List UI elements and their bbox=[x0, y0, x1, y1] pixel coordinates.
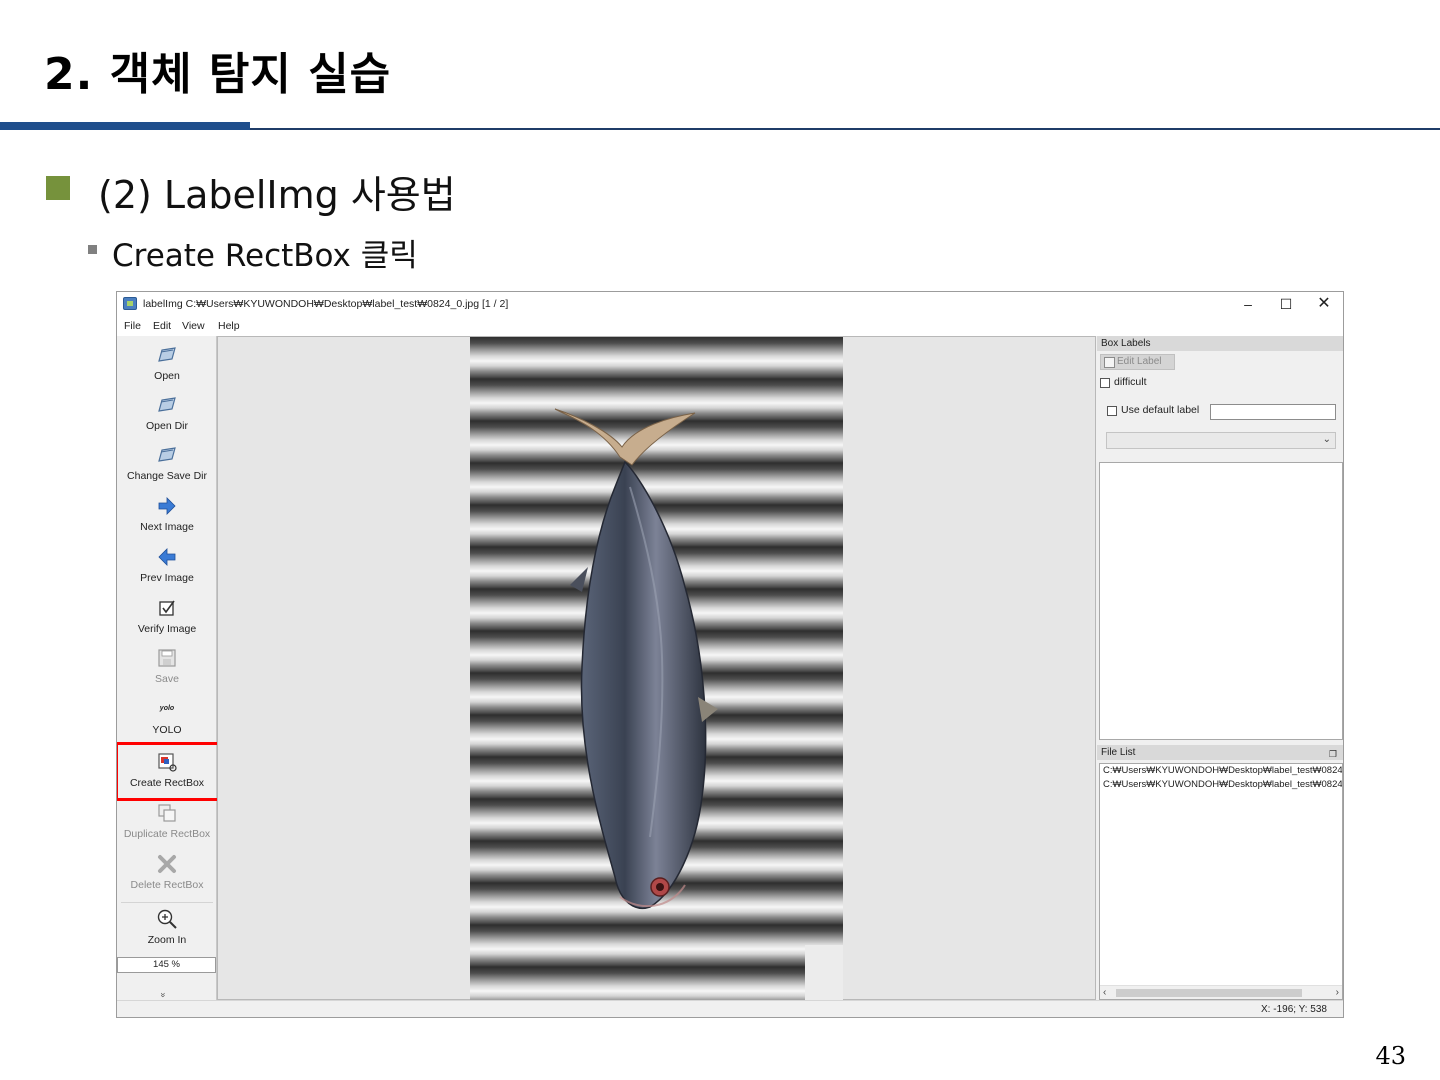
menu-bar: File Edit View Help bbox=[117, 318, 1343, 336]
default-label-input[interactable] bbox=[1210, 404, 1336, 420]
yolo-icon: yolo bbox=[159, 705, 175, 712]
zoom-in-button[interactable]: Zoom In bbox=[117, 908, 217, 946]
maximize-button[interactable]: ☐ bbox=[1267, 292, 1305, 318]
section-heading: (2) LabelImg 사용법 bbox=[98, 173, 456, 217]
zoom-in-icon bbox=[157, 909, 177, 929]
labelimg-window: labelImg C:₩Users₩KYUWONDOH₩Desktop₩labe… bbox=[116, 291, 1344, 1018]
duplicate-icon bbox=[158, 804, 176, 822]
chevron-down-icon: ⌄ bbox=[1322, 434, 1331, 445]
next-image-button[interactable]: Next Image bbox=[117, 495, 217, 533]
box-labels-title: Box Labels bbox=[1097, 336, 1343, 351]
tool-label: Prev Image bbox=[140, 572, 194, 584]
tool-label: Verify Image bbox=[137, 623, 197, 635]
scroll-left-icon[interactable]: ‹ bbox=[1103, 986, 1106, 999]
file-list[interactable]: C:₩Users₩KYUWONDOH₩Desktop₩label_test₩08… bbox=[1099, 763, 1343, 1000]
open-dir-button[interactable]: Open Dir bbox=[117, 394, 217, 432]
window-title: labelImg C:₩Users₩KYUWONDOH₩Desktop₩labe… bbox=[143, 298, 509, 310]
toolbar-extension-icon[interactable]: » bbox=[159, 992, 169, 997]
tool-label: Next Image bbox=[140, 521, 194, 533]
right-dock: Box Labels Edit Label difficult Use defa… bbox=[1097, 336, 1343, 1000]
delete-icon bbox=[158, 855, 176, 873]
change-save-dir-button[interactable]: Change Save Dir bbox=[117, 444, 217, 482]
horizontal-scrollbar[interactable]: ‹ › bbox=[1100, 985, 1342, 999]
cursor-coordinates: X: -196; Y: 538 bbox=[1261, 1004, 1327, 1015]
arrow-right-icon bbox=[158, 497, 176, 515]
section-subheading: Create RectBox 클릭 bbox=[112, 238, 418, 274]
menu-file[interactable]: File bbox=[124, 320, 141, 332]
tool-label: YOLO bbox=[152, 724, 182, 736]
prev-image-button[interactable]: Prev Image bbox=[117, 546, 217, 584]
label-combobox[interactable]: ⌄ bbox=[1106, 432, 1336, 449]
folder-icon bbox=[158, 447, 176, 462]
edit-label-button[interactable]: Edit Label bbox=[1100, 354, 1175, 370]
tool-label: Duplicate RectBox bbox=[123, 828, 211, 840]
slide-title: 2. 객체 탐지 실습 bbox=[44, 49, 392, 100]
labelimg-app-icon bbox=[123, 297, 137, 310]
file-list-title: File List ❐ bbox=[1097, 745, 1343, 760]
difficult-label: difficult bbox=[1114, 376, 1147, 388]
file-list-title-text: File List bbox=[1101, 747, 1136, 758]
scrollbar-thumb[interactable] bbox=[1116, 989, 1302, 997]
folder-icon bbox=[158, 397, 176, 412]
title-accent-bar bbox=[0, 122, 250, 130]
file-list-item[interactable]: C:₩Users₩KYUWONDOH₩Desktop₩label_test₩08… bbox=[1103, 779, 1342, 790]
tool-label: Delete RectBox bbox=[130, 879, 204, 891]
arrow-left-icon bbox=[158, 548, 176, 566]
close-button[interactable]: ✕ bbox=[1305, 292, 1343, 318]
toolbar-separator bbox=[121, 902, 213, 903]
zoom-value-field[interactable]: 145 % bbox=[117, 957, 216, 973]
fish-image bbox=[554, 408, 843, 1000]
folder-icon bbox=[158, 347, 176, 362]
save-button[interactable]: Save bbox=[117, 647, 217, 685]
box-label-list[interactable] bbox=[1099, 462, 1343, 740]
yolo-format-button[interactable]: yolo YOLO bbox=[117, 698, 217, 736]
status-bar: X: -196; Y: 538 bbox=[117, 1000, 1343, 1017]
verify-image-button[interactable]: Verify Image bbox=[117, 597, 217, 635]
sub-bullet-square bbox=[88, 245, 97, 254]
delete-rectbox-button[interactable]: Delete RectBox bbox=[117, 853, 217, 891]
create-rectbox-highlight bbox=[117, 742, 220, 801]
menu-view[interactable]: View bbox=[182, 320, 205, 332]
tool-label: Save bbox=[155, 673, 179, 685]
file-list-item[interactable]: C:₩Users₩KYUWONDOH₩Desktop₩label_test₩08… bbox=[1103, 765, 1342, 776]
duplicate-rectbox-button[interactable]: Duplicate RectBox bbox=[117, 802, 217, 840]
minimize-button[interactable]: – bbox=[1229, 292, 1267, 318]
use-default-label-text: Use default label bbox=[1121, 404, 1200, 416]
float-dock-icon[interactable]: ❐ bbox=[1329, 747, 1337, 762]
tool-label: Zoom In bbox=[147, 934, 187, 946]
scroll-right-icon[interactable]: › bbox=[1336, 986, 1339, 999]
bullet-square bbox=[46, 176, 70, 200]
page-number: 43 bbox=[1375, 1042, 1406, 1070]
menu-help[interactable]: Help bbox=[218, 320, 240, 332]
open-button[interactable]: Open bbox=[117, 344, 217, 382]
use-default-label-checkbox[interactable] bbox=[1107, 406, 1117, 416]
tool-label: Change Save Dir bbox=[127, 470, 207, 482]
window-titlebar: labelImg C:₩Users₩KYUWONDOH₩Desktop₩labe… bbox=[117, 292, 1343, 318]
checkbox-icon bbox=[159, 600, 175, 616]
difficult-checkbox[interactable] bbox=[1100, 378, 1110, 388]
save-icon bbox=[158, 649, 176, 667]
fish-photo[interactable] bbox=[470, 337, 843, 1000]
left-toolbar: Open Open Dir Change Save Dir Next Image… bbox=[117, 336, 220, 1000]
tool-label: Open bbox=[154, 370, 180, 382]
tool-label: Open Dir bbox=[145, 420, 188, 432]
menu-edit[interactable]: Edit bbox=[153, 320, 171, 332]
image-canvas[interactable] bbox=[217, 336, 1096, 1000]
